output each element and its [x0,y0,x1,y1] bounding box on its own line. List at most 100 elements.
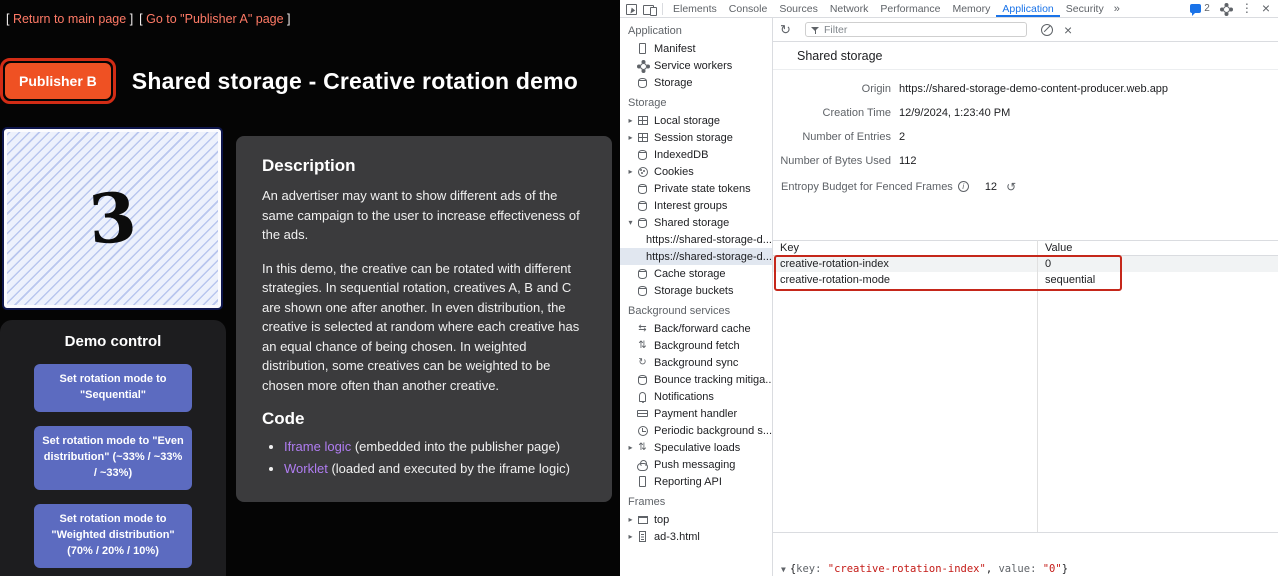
devtools-tab[interactable]: Console [723,0,774,17]
devtools-tab[interactable]: Application [996,0,1059,17]
sidebar-item[interactable]: Cache storage [620,265,772,282]
expand-arrow-icon[interactable] [625,163,636,180]
page-link[interactable]: [ Go to "Publisher A" page ] [139,12,290,26]
sidebar-item-label: Interest groups [654,200,727,212]
sidebar-item-icon [636,165,649,178]
metadata-row: Number of Entries 2 [773,125,1278,149]
sidebar-item-icon [636,424,649,437]
sidebar-item[interactable]: https://shared-storage-d... [620,248,772,265]
sidebar-item[interactable]: Background sync [620,354,772,371]
description-para-2: In this demo, the creative can be rotate… [262,259,586,396]
reset-budget-icon[interactable]: ↺ [1006,180,1016,194]
devtools-tab[interactable]: Memory [946,0,996,17]
storage-entry-row[interactable]: creative-rotation-index 0 [773,256,1278,272]
devtools-tab[interactable]: Network [824,0,875,17]
expand-arrow-icon[interactable] [625,439,636,456]
sidebar-item-label: Private state tokens [654,183,751,195]
entry-value: sequential [1037,274,1095,286]
devtools-tab[interactable]: Elements [667,0,723,17]
code-link[interactable]: Worklet [284,461,328,476]
sidebar-item[interactable]: Reporting API [620,473,772,490]
preview-summary[interactable]: ▼{key: "creative-rotation-index", value:… [781,563,1278,576]
device-toolbar-icon[interactable] [642,2,658,16]
expand-arrow-icon[interactable] [625,511,636,528]
devtools-window: Elements Console Sources Network Perform… [620,0,1278,576]
creative-frame[interactable]: 3 [2,127,223,310]
sidebar-item-label: ad-3.html [654,531,700,543]
rotation-mode-button[interactable]: Set rotation mode to "Sequential" [34,364,192,412]
sidebar-item[interactable]: ad-3.html [620,528,772,545]
sidebar-item-label: Cache storage [654,268,726,280]
sidebar-item-icon [636,441,649,454]
sidebar-item[interactable]: Manifest [620,40,772,57]
sidebar-item[interactable]: Service workers [620,57,772,74]
expand-arrow-icon[interactable] [625,129,636,146]
sidebar-item[interactable]: Periodic background s... [620,422,772,439]
sidebar-item-icon [636,199,649,212]
rotation-mode-button[interactable]: Set rotation mode to "Even distribution"… [34,426,192,490]
sidebar-item[interactable]: Back/forward cache [620,320,772,337]
sidebar-item[interactable]: Interest groups [620,197,772,214]
sidebar-item[interactable]: Bounce tracking mitiga... [620,371,772,388]
sidebar-item[interactable]: Storage buckets [620,282,772,299]
sidebar-item[interactable]: Notifications [620,388,772,405]
application-sidebar: Application Manifest [620,18,773,576]
sidebar-item-label: Manifest [654,43,696,55]
devtools-tab[interactable]: Security [1060,0,1110,17]
creative-number: 3 [86,177,139,260]
metadata-value: https://shared-storage-demo-content-prod… [899,83,1168,95]
sidebar-section: Storage Local storage [620,91,772,299]
entry-key: creative-rotation-index [773,258,1037,270]
expand-arrow-icon[interactable] [625,112,636,129]
sidebar-item-label: Periodic background s... [654,425,772,437]
sidebar-item-label: Back/forward cache [654,323,751,335]
delete-all-icon[interactable] [1041,24,1053,36]
devtools-tab[interactable]: Sources [773,0,824,17]
sidebar-item-label: Storage buckets [654,285,734,297]
expander-triangle-icon[interactable]: ▼ [781,563,786,576]
column-header-value[interactable]: Value [1037,242,1072,254]
sidebar-item-icon [636,356,649,369]
filter-input[interactable]: Filter [805,22,1027,37]
entropy-label: Entropy Budget for Fenced Frames [781,181,953,193]
sidebar-item[interactable]: Session storage [620,129,772,146]
sidebar-item[interactable]: Storage [620,74,772,91]
code-bullet: Worklet (loaded and executed by the ifra… [284,459,586,479]
clear-icon[interactable]: × [1064,23,1072,37]
info-icon[interactable]: i [958,181,969,192]
sidebar-item[interactable]: Private state tokens [620,180,772,197]
settings-gear-icon[interactable] [1219,2,1232,15]
sidebar-item[interactable]: Push messaging [620,456,772,473]
sidebar-item-label: https://shared-storage-d... [646,251,772,263]
page-link[interactable]: [ Return to main page ] [6,12,133,26]
sidebar-item[interactable]: Local storage [620,112,772,129]
devtools-tab[interactable]: Performance [874,0,946,17]
kebab-menu-icon[interactable]: ⋮ [1241,2,1253,15]
sidebar-item-icon [636,322,649,335]
sidebar-item[interactable]: Cookies [620,163,772,180]
refresh-icon[interactable]: ↻ [780,22,796,38]
storage-entry-row[interactable]: creative-rotation-mode sequential [773,272,1278,288]
sidebar-item[interactable]: Speculative loads [620,439,772,456]
sidebar-item[interactable]: https://shared-storage-d... [620,231,772,248]
sidebar-item-label: Background sync [654,357,738,369]
issues-counter[interactable]: 2 [1190,3,1210,14]
sidebar-item-icon [636,42,649,55]
sidebar-item[interactable]: IndexedDB [620,146,772,163]
demo-control-title: Demo control [0,333,226,350]
demo-control-buttons: Set rotation mode to "Sequential" Set ro… [0,364,226,568]
column-header-key[interactable]: Key [773,242,1037,254]
rotation-mode-button[interactable]: Set rotation mode to "Weighted distribut… [34,504,192,568]
inspect-element-icon[interactable] [624,2,640,16]
code-link[interactable]: Iframe logic [284,439,351,454]
expand-arrow-icon[interactable] [625,214,636,231]
sidebar-item[interactable]: Payment handler [620,405,772,422]
sidebar-item[interactable]: Background fetch [620,337,772,354]
publisher-b-button[interactable]: Publisher B [5,63,111,99]
expand-arrow-icon[interactable] [625,528,636,545]
sidebar-item[interactable]: top [620,511,772,528]
devtools-close-icon[interactable]: × [1262,2,1270,15]
more-tabs-icon[interactable]: » [1110,3,1124,15]
sidebar-item[interactable]: Shared storage [620,214,772,231]
grid-header[interactable]: Key Value [773,240,1278,256]
